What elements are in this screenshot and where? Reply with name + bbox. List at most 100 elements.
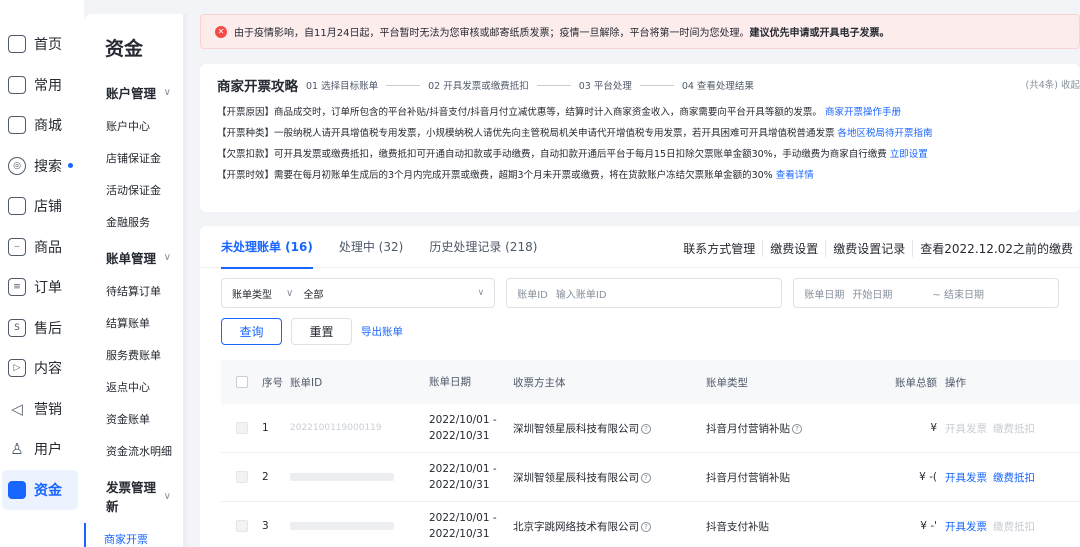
select-all-checkbox[interactable] — [235, 376, 248, 388]
export-bill-link[interactable]: 导出账单 — [361, 324, 403, 339]
subnav-item-rebate-center[interactable]: 返点中心 — [84, 371, 183, 403]
cell-payee: 深圳智领星辰科技有限公司? — [513, 470, 706, 485]
chevron-down-icon: ∨ — [163, 490, 171, 502]
subnav-item-settlement-bill[interactable]: 结算账单 — [84, 307, 183, 339]
cell-actions: 开具发票 缴费抵扣 — [945, 519, 1065, 534]
error-icon: ✕ — [215, 25, 227, 38]
bill-date-range[interactable]: 账单日期 开始日期 ~ 结束日期 — [793, 278, 1059, 308]
chevron-down-icon: ∨ — [477, 288, 485, 298]
help-icon[interactable]: ? — [792, 423, 802, 434]
issue-invoice-button[interactable]: 开具发票 — [945, 423, 987, 435]
guide-line: 【开票种类】一般纳税人请开具增值税专用发票，小规模纳税人请优先向主管税局机关申请… — [217, 128, 933, 139]
cell-type: 抖音月付营销补贴? — [706, 421, 889, 436]
fee-deduction-button[interactable]: 缴费抵扣 — [993, 521, 1035, 533]
cell-amount: ¥ — [930, 422, 937, 434]
guide-step: 01 选择目标账单 — [306, 78, 428, 92]
cell-no: 2 — [262, 471, 269, 483]
nav-item-frequent[interactable]: 常用 — [0, 65, 84, 106]
main-content: ✕ 由于疫情影响，自11月24日起，平台暂时无法为您审核或邮寄纸质发票；疫情一旦… — [200, 14, 1080, 547]
guide-step: 03 平台处理 — [579, 78, 682, 92]
guide-link[interactable]: 商家开票操作手册 — [825, 107, 901, 118]
nav-label: 售后 — [34, 320, 62, 337]
nav-item-mall[interactable]: 商城 — [0, 105, 84, 146]
nav-item-goods[interactable]: ⌣ 商品 — [0, 227, 84, 268]
group-account[interactable]: 账户管理 ∨ — [84, 73, 183, 110]
nav-item-marketing[interactable]: ◁ 营销 — [0, 389, 84, 430]
nav-label: 资金 — [34, 482, 62, 499]
query-button[interactable]: 查询 — [221, 318, 282, 345]
chevron-down-icon: ∨ — [286, 287, 294, 299]
issue-invoice-button[interactable]: 开具发票 — [945, 472, 987, 484]
guide-link[interactable]: 立即设置 — [890, 149, 928, 160]
tab-processing[interactable]: 处理中 (32) — [339, 226, 403, 268]
nav-item-user[interactable]: ♙ 用户 — [0, 429, 84, 470]
store-icon — [8, 116, 26, 135]
guide-link[interactable]: 各地区税局待开票指南 — [838, 128, 933, 139]
payment-settings-link[interactable]: 缴费设置 — [762, 240, 825, 257]
cell-amount: ¥ -( — [919, 471, 937, 483]
nav-label: 店铺 — [34, 199, 62, 216]
nav-item-home[interactable]: 首页 — [0, 24, 84, 65]
alert-bold-text: 建议优先申请或开具电子发票。 — [749, 28, 890, 39]
subnav-item-merchant-invoice[interactable]: 商家开票 — [84, 523, 183, 547]
legacy-payment-link[interactable]: 查看2022.12.02之前的缴费 — [912, 240, 1080, 257]
guide-step: 02 开具发票或缴费抵扣 — [428, 78, 579, 92]
nav-item-content[interactable]: ▷ 内容 — [0, 348, 84, 389]
bill-type-select[interactable]: 账单类型 ∨ 全部 ∨ — [221, 278, 496, 308]
row-checkbox[interactable] — [235, 471, 248, 483]
guide-line: 【开票时效】需要在每月初账单生成后的3个月内完成开票或缴费，超期3个月未开票或缴… — [217, 170, 814, 181]
redacted-id — [290, 473, 394, 481]
nav-item-funds[interactable]: 资金 — [2, 469, 78, 510]
cell-amount: ¥ -' — [920, 520, 937, 532]
search-icon: ◎ — [8, 156, 26, 175]
tab-bar: 未处理账单 (16) 处理中 (32) 历史处理记录 (218) 联系方式管理 … — [200, 226, 1080, 269]
help-icon[interactable]: ? — [641, 472, 651, 483]
tab-unprocessed[interactable]: 未处理账单 (16) — [221, 226, 313, 269]
fee-deduction-button[interactable]: 缴费抵扣 — [993, 472, 1035, 484]
subnav-item-fund-flow[interactable]: 资金流水明细 — [84, 435, 183, 467]
help-icon[interactable]: ? — [641, 423, 651, 434]
contact-management-link[interactable]: 联系方式管理 — [676, 240, 762, 257]
group-bill[interactable]: 账单管理 ∨ — [84, 238, 183, 275]
subnav-item-fund-bill[interactable]: 资金账单 — [84, 403, 183, 435]
col-header: 序号 — [262, 376, 283, 389]
subnav-item-account-center[interactable]: 账户中心 — [84, 110, 183, 142]
action-bar: 查询 重置 导出账单 — [200, 308, 1080, 345]
content-icon: ▷ — [8, 359, 26, 378]
bill-panel: 未处理账单 (16) 处理中 (32) 历史处理记录 (218) 联系方式管理 … — [200, 226, 1080, 547]
bill-id-input[interactable]: 账单ID 输入账单ID — [506, 278, 783, 308]
group-invoice[interactable]: 发票管理新 ∨ — [84, 467, 183, 523]
nav-label: 订单 — [34, 280, 62, 297]
row-checkbox[interactable] — [235, 520, 248, 532]
issue-invoice-button[interactable]: 开具发票 — [945, 521, 987, 533]
reset-button[interactable]: 重置 — [291, 318, 352, 345]
subnav-item-shop-deposit[interactable]: 店铺保证金 — [84, 142, 183, 174]
fee-deduction-button[interactable]: 缴费抵扣 — [993, 423, 1035, 435]
subnav-item-pending-orders[interactable]: 待结算订单 — [84, 275, 183, 307]
cell-no: 3 — [262, 520, 269, 532]
subnav-item-activity-deposit[interactable]: 活动保证金 — [84, 174, 183, 206]
payment-settings-log-link[interactable]: 缴费设置记录 — [825, 240, 912, 257]
nav-item-shop[interactable]: 店铺 — [0, 186, 84, 227]
subnav-item-finance[interactable]: 金融服务 — [84, 206, 183, 238]
nav-item-search[interactable]: ◎ 搜索 — [0, 146, 84, 187]
bill-type-label: 账单类型 — [232, 289, 272, 301]
tab-history[interactable]: 历史处理记录 (218) — [429, 226, 537, 268]
help-icon[interactable]: ? — [641, 521, 651, 532]
row-checkbox[interactable] — [235, 422, 248, 434]
guide-collapse-toggle[interactable]: (共4条) 收起 — [1026, 77, 1080, 91]
nav-item-aftersale[interactable]: S 售后 — [0, 308, 84, 349]
subnav-item-service-fee-bill[interactable]: 服务费账单 — [84, 339, 183, 371]
chevron-down-icon: ∨ — [163, 252, 171, 263]
nav-label: 商城 — [34, 118, 62, 135]
notification-dot — [68, 163, 73, 169]
guide-link[interactable]: 查看详情 — [776, 170, 814, 181]
table-row: 3 2022/10/01 - 2022/10/31 北京字跳网络技术有限公司? … — [221, 502, 1080, 547]
nav-item-order[interactable]: ≡ 订单 — [0, 267, 84, 308]
table-row: 1 2022100119000119 2022/10/01 - 2022/10/… — [221, 404, 1080, 453]
nav-label: 用户 — [34, 442, 62, 459]
cell-id — [290, 471, 429, 483]
folder-icon — [8, 75, 26, 94]
cell-date: 2022/10/01 - 2022/10/31 — [429, 414, 497, 442]
alert-banner: ✕ 由于疫情影响，自11月24日起，平台暂时无法为您审核或邮寄纸质发票；疫情一旦… — [200, 14, 1080, 49]
